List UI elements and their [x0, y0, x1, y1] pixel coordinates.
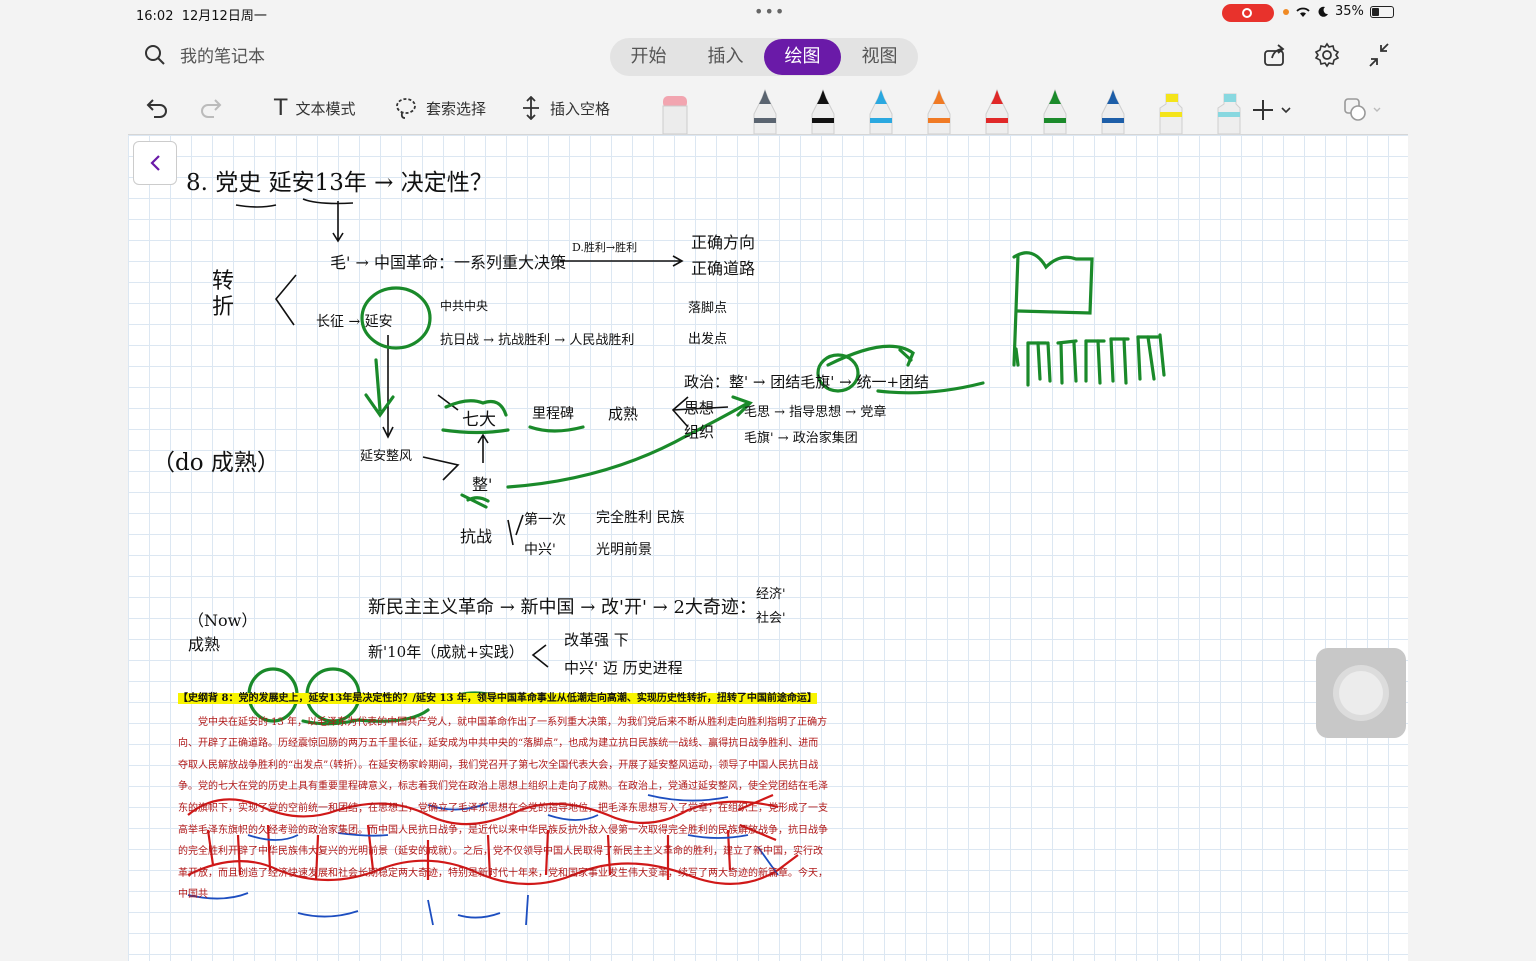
note-right-1: 正确方向: [691, 233, 756, 252]
search-icon[interactable]: [144, 44, 166, 66]
note-xinmin: 新民主主义革命 → 新中国 → 改'开' → 2大奇迹：: [368, 597, 757, 618]
note-qiji-1: 经济': [756, 587, 786, 602]
document-body: 党中央在延安的 13 年，以毛泽东为代表的中国共产党人，就中国革命作出了一系列重…: [178, 716, 828, 901]
shapes-icon[interactable]: [1342, 96, 1382, 124]
pen-9-icon[interactable]: [1210, 88, 1248, 134]
note-mao: 毛' → 中国革命：一系列重大决策: [330, 253, 566, 272]
insert-space-icon: [523, 96, 539, 120]
note-now-chengshu: （Now）成熟: [188, 611, 258, 654]
undo-icon[interactable]: [144, 96, 170, 122]
screen-record-icon[interactable]: [1222, 4, 1274, 22]
note-zhonggong: 中共中央: [440, 299, 489, 313]
note-zhuanzhe: 转折: [212, 269, 235, 320]
tab-insert[interactable]: 插入: [687, 39, 764, 75]
multitask-dots-icon[interactable]: •••: [754, 2, 785, 21]
note-chufa: 出发点: [688, 332, 728, 347]
pen-palette: [746, 84, 1248, 134]
status-right: 35%: [1283, 4, 1394, 19]
note-diyici: 第一次: [524, 512, 566, 528]
text-t-icon: T: [274, 96, 288, 121]
text-mode-label: 文本模式: [295, 100, 356, 118]
wifi-icon: [1296, 7, 1310, 17]
note-zhongxing-2: 中兴' 迈 历史进程: [564, 659, 683, 677]
note-zuzhi: 组织: [684, 423, 715, 441]
note-yanan-zf: 延安整风: [360, 449, 413, 464]
collapse-icon[interactable]: [1366, 42, 1392, 68]
note-canvas[interactable]: 8. 党史 延安13年 → 决定性？ 毛' → 中国革命：一系列重大决策 D.胜…: [128, 134, 1408, 961]
pen-4-icon[interactable]: [920, 88, 958, 134]
notebook-title[interactable]: 我的笔记本: [180, 42, 265, 67]
ribbon-tabs: 开始 插入 绘图 视图: [610, 38, 918, 76]
note-chengshu: 成熟: [608, 405, 639, 423]
eraser-icon[interactable]: [660, 92, 690, 134]
add-pen-icon[interactable]: [1252, 98, 1292, 122]
mic-indicator-icon: [1283, 8, 1289, 15]
note-kangri: 抗日战 → 抗战胜利 → 人民战胜利: [440, 333, 635, 348]
status-time: 16:02 12月12日周一: [136, 9, 267, 24]
note-xin10: 新'10年（成就+实践）: [368, 643, 524, 661]
tab-draw[interactable]: 绘图: [764, 39, 841, 75]
note-qida: 七大: [462, 410, 496, 430]
assistive-touch-button[interactable]: [1316, 648, 1406, 738]
note-zhengzhi: 政治：整' → 团结毛旗' → 统一+团结: [684, 373, 930, 391]
note-line-1: 8. 党史 延安13年 → 决定性？: [186, 170, 493, 196]
settings-gear-icon[interactable]: [1314, 42, 1340, 68]
draw-toolbar: T 文本模式 套索选择 插入空格: [128, 84, 1408, 134]
note-qiji-2: 社会': [756, 611, 786, 626]
pen-2-icon[interactable]: [804, 88, 842, 134]
lasso-icon: [396, 98, 416, 119]
pen-7-icon[interactable]: [1094, 88, 1132, 134]
insert-space-label: 插入空格: [550, 99, 611, 118]
lasso-select-label: 套索选择: [426, 99, 487, 118]
note-arrow-label: D.胜利→胜利: [572, 241, 638, 254]
pen-1-icon[interactable]: [746, 88, 784, 134]
note-maosi: 毛思 → 指导思想 → 党章: [744, 405, 887, 420]
battery-icon: [1369, 5, 1394, 18]
note-zheng: 整': [472, 475, 493, 494]
note-maoqi: 毛旗' → 政治家集团: [744, 431, 858, 446]
note-luojiao: 落脚点: [688, 301, 728, 316]
moon-icon: [1318, 6, 1328, 17]
app-header: 我的笔记本 开始 插入 绘图 视图: [128, 30, 1408, 84]
pen-5-icon[interactable]: [978, 88, 1016, 134]
note-bianhua: 改革强 下: [564, 631, 629, 649]
redo-icon[interactable]: [198, 96, 224, 122]
pasted-document: 【史纲背 8：党的发展史上，延安13年是决定性的？/延安 13 年，领导中国革命…: [178, 688, 828, 906]
share-icon[interactable]: [1262, 42, 1288, 68]
tab-view[interactable]: 视图: [841, 39, 918, 75]
note-right-2: 正确道路: [691, 259, 756, 278]
note-do-chengshu: （do 成熟）: [152, 450, 280, 476]
pen-8-icon[interactable]: [1152, 88, 1190, 134]
notebook-search[interactable]: 我的笔记本: [144, 42, 265, 67]
pen-6-icon[interactable]: [1036, 88, 1074, 134]
battery-percent: 35%: [1335, 4, 1364, 19]
note-kangzhan: 抗战: [460, 527, 493, 546]
tab-start[interactable]: 开始: [610, 39, 687, 75]
note-minzu: 完全胜利 民族: [596, 510, 685, 526]
status-bar: 16:02 12月12日周一 ••• 35%: [0, 0, 1536, 26]
lasso-select-button[interactable]: 套索选择: [394, 96, 486, 120]
insert-space-button[interactable]: 插入空格: [520, 96, 610, 120]
pen-3-icon[interactable]: [862, 88, 900, 134]
note-zhongxing: 中兴': [524, 542, 556, 558]
note-guangming: 光明前景: [596, 542, 652, 558]
note-changzheng: 长征 → 延安: [316, 314, 393, 330]
header-actions: [1262, 42, 1392, 68]
text-mode-button[interactable]: T 文本模式: [274, 96, 355, 121]
note-sixiang: 思想: [684, 399, 715, 417]
document-heading: 【史纲背 8：党的发展史上，延安13年是决定性的？/延安 13 年，领导中国革命…: [178, 693, 817, 704]
note-licheng: 里程碑: [532, 406, 574, 422]
